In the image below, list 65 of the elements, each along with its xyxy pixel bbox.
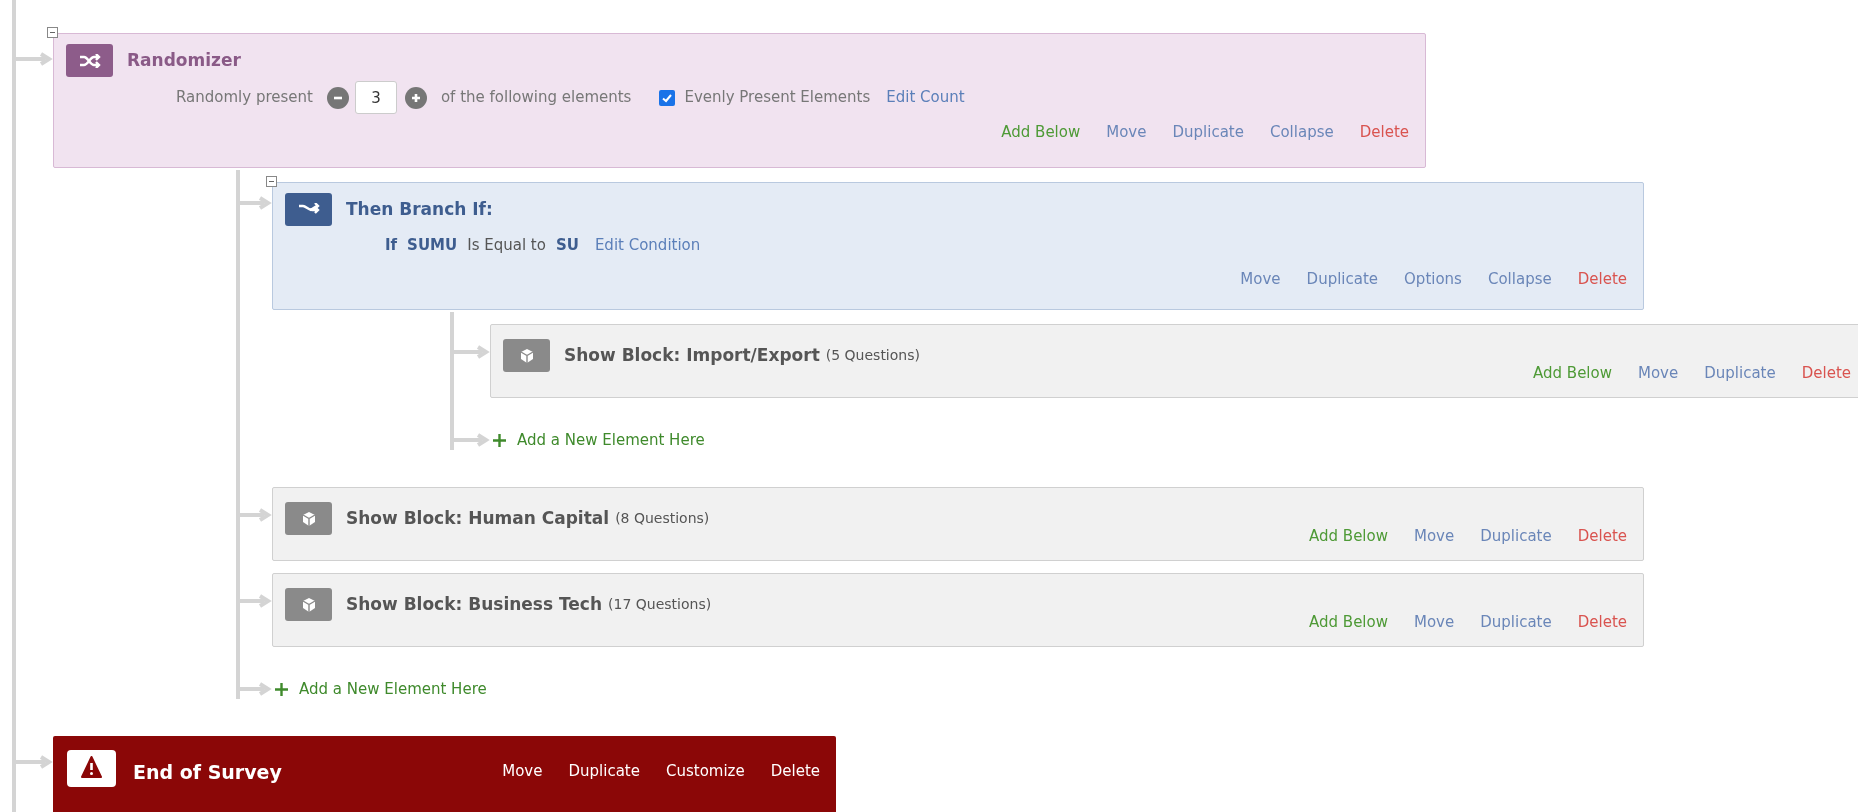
action-link[interactable]: Move — [1638, 362, 1679, 385]
warning-icon — [67, 750, 116, 787]
action-link[interactable]: Options — [1404, 267, 1462, 290]
plus-icon — [274, 681, 289, 697]
action-link[interactable]: Move — [1240, 267, 1281, 290]
collapse-toggle[interactable] — [47, 27, 58, 38]
evenly-checkbox[interactable] — [659, 89, 676, 106]
action-link[interactable]: Delete — [1577, 267, 1627, 290]
question-count: (8 Questions) — [615, 509, 710, 528]
element-title: Then Branch If: — [346, 197, 493, 221]
action-link[interactable]: Move — [1414, 611, 1455, 634]
action-link[interactable]: Move — [1106, 121, 1147, 144]
action-link[interactable]: Delete — [1577, 525, 1627, 548]
action-link[interactable]: Duplicate — [1306, 267, 1379, 290]
connector-arrow — [16, 51, 53, 67]
action-link[interactable]: Delete — [1359, 121, 1409, 144]
element-title: Show Block: Human Capital — [346, 506, 610, 530]
increase-button[interactable] — [404, 86, 427, 109]
action-link[interactable]: Duplicate — [1480, 611, 1552, 634]
action-link[interactable]: Add Below — [1001, 121, 1081, 144]
minus-icon — [268, 178, 275, 185]
connector-arrow — [16, 754, 53, 770]
cube-icon — [300, 596, 317, 613]
action-link[interactable]: Collapse — [1269, 121, 1334, 144]
action-link[interactable]: Duplicate — [1704, 362, 1776, 385]
present-label: Randomly present — [176, 87, 313, 109]
element-title: Show Block: Business Tech — [346, 592, 603, 616]
collapse-toggle[interactable] — [266, 176, 277, 187]
element-title: Randomizer — [127, 48, 241, 72]
element-title: End of Survey — [133, 760, 282, 785]
add-element-link[interactable]: Add a New Element Here — [274, 679, 487, 699]
action-link[interactable]: Duplicate — [568, 760, 640, 783]
action-link[interactable]: Add Below — [1309, 611, 1388, 634]
question-count: (5 Questions) — [825, 346, 920, 365]
action-link[interactable]: Customize — [665, 760, 745, 783]
action-link[interactable]: Delete — [770, 760, 820, 783]
edit-count-link[interactable]: Edit Count — [886, 86, 965, 109]
connector-arrow — [240, 195, 272, 211]
action-link[interactable]: Collapse — [1487, 267, 1552, 290]
edit-condition-link[interactable]: Edit Condition — [594, 234, 701, 257]
decrease-button[interactable] — [326, 86, 349, 109]
action-link[interactable]: Add Below — [1533, 362, 1612, 385]
cube-icon — [300, 510, 317, 527]
element-title: Show Block: Import/Export — [564, 343, 820, 367]
plus-icon — [492, 432, 507, 448]
condition-prefix: If — [385, 235, 398, 256]
action-link[interactable]: Move — [1414, 525, 1455, 548]
cube-icon — [518, 347, 535, 364]
action-link[interactable]: Duplicate — [1480, 525, 1552, 548]
minus-icon — [49, 29, 56, 36]
add-element-link[interactable]: Add a New Element Here — [492, 430, 705, 450]
count-field[interactable]: 3 — [354, 81, 397, 114]
condition-value: SU — [555, 235, 579, 256]
shuffle-icon — [78, 53, 101, 68]
action-link[interactable]: Add Below — [1309, 525, 1388, 548]
plus-icon — [409, 91, 422, 104]
following-label: of the following elements — [440, 87, 632, 109]
action-link[interactable]: Move — [502, 760, 543, 783]
question-count: (17 Questions) — [608, 595, 712, 614]
condition-operator: Is Equal to — [467, 235, 546, 256]
condition-field: SUMU — [407, 234, 458, 257]
action-link[interactable]: Delete — [1801, 362, 1851, 385]
checkbox-label: Evenly Present Elements — [684, 87, 871, 109]
action-link[interactable]: Duplicate — [1172, 121, 1244, 144]
action-link[interactable]: Delete — [1577, 611, 1627, 634]
